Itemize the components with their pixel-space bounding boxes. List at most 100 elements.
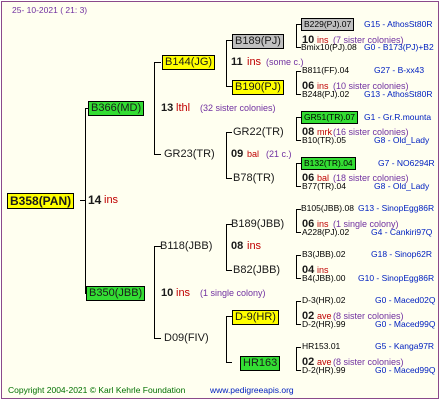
queen-g4-5[interactable]: GR51(TR).07 (301, 111, 359, 124)
queen-g1-1[interactable]: B366(MD) (88, 101, 145, 116)
connector (296, 347, 301, 348)
queen-g4-4[interactable]: B248(PJ).02 (302, 89, 349, 100)
date-stamp: 25- 10-2021 ( 21: 3) (12, 5, 88, 15)
root-queen[interactable]: B358(PAN) (7, 193, 75, 209)
pedigree-frame: 25- 10-2021 ( 21: 3) B358(PAN) 14 ins B3… (1, 1, 439, 399)
g4-6-line: G8 - Old_Lady (374, 135, 430, 145)
g4-3-line: G27 - B-xx43 (374, 65, 425, 75)
g4-7-line: G7 - NO6294R (378, 158, 435, 168)
g1-1-note: lthl (176, 102, 191, 114)
g1-2-sisters: (1 single colony) (200, 288, 266, 298)
g4-12-line: G10 - SinopEgg86R (358, 273, 435, 283)
queen-g3-2[interactable]: B190(PJ) (232, 80, 284, 95)
connector (154, 338, 161, 339)
connector (296, 301, 297, 325)
connector (226, 40, 227, 86)
g4-11-line: G18 - Sinop62R (371, 249, 432, 259)
connector (296, 186, 301, 187)
g4-13-line: G0 - Maced02Q (375, 295, 436, 305)
connector (296, 324, 301, 325)
connector (296, 301, 301, 302)
copyright: Copyright 2004-2021 © Karl Kehrle Founda… (8, 385, 186, 395)
site-link[interactable]: www.pedigreeapis.org (210, 385, 294, 396)
connector (296, 278, 301, 279)
g2-2-sisters: (21 c.) (266, 149, 292, 159)
g2-3-note: ins (247, 240, 262, 252)
queen-g3-8[interactable]: HR163 (240, 356, 281, 371)
g1-1-num: 13 (161, 102, 174, 114)
connector (226, 132, 227, 178)
g4-10-line: G4 - Cankiri97Q (371, 227, 433, 237)
g4-9-line: G13 - SinopEgg86R (358, 203, 435, 213)
queen-g4-2[interactable]: Bmix10(PJ).08 (301, 42, 357, 53)
queen-g3-5[interactable]: B189(JBB) (231, 218, 284, 231)
queen-g2-1[interactable]: B144(JG) (162, 55, 216, 70)
connector (226, 270, 232, 271)
queen-g4-9[interactable]: B105(JBB).08 (301, 203, 354, 214)
connector (226, 178, 232, 179)
connector (154, 154, 161, 155)
queen-g3-6[interactable]: B82(JBB) (233, 264, 280, 277)
queen-g4-13[interactable]: D-3(HR).02 (302, 295, 345, 306)
queen-g2-3[interactable]: B118(JBB) (160, 240, 212, 253)
connector (296, 209, 297, 233)
g4-14-line: G0 - Maced99Q (375, 319, 436, 329)
queen-g4-10[interactable]: A228(PJ).02 (302, 227, 349, 238)
queen-g4-16[interactable]: D-2(HR).99 (302, 365, 345, 376)
connector (296, 71, 301, 72)
queen-g4-6[interactable]: B10(TR).05 (302, 135, 346, 146)
queen-g2-2[interactable]: GR23(TR) (164, 148, 215, 161)
queen-g4-7[interactable]: B132(TR).04 (301, 157, 356, 170)
queen-g4-15[interactable]: HR153.01 (302, 341, 340, 352)
g1-2-note: ins (176, 287, 191, 299)
connector (154, 62, 161, 63)
queen-g4-12[interactable]: B4(JBB).00 (302, 273, 345, 284)
connector (296, 370, 301, 371)
queen-g3-3[interactable]: GR22(TR) (233, 126, 284, 139)
g2-1-num: 11 (231, 56, 243, 68)
connector (296, 232, 301, 233)
g4-15-line: G5 - Kanga97R (375, 341, 435, 351)
connector (154, 62, 155, 154)
queen-g3-4[interactable]: B78(TR) (233, 172, 275, 185)
connector (226, 132, 232, 133)
g4-16-line: G0 - Maced99Q (375, 365, 436, 375)
connector (296, 140, 301, 141)
g4-1-line: G15 - AthosSt80R (364, 19, 433, 29)
queen-g4-3[interactable]: B811(FF).04 (302, 65, 349, 76)
connector (154, 246, 155, 338)
g2-1-sisters: (some c.) (266, 57, 304, 67)
connector (296, 255, 297, 279)
queen-g3-1[interactable]: B189(PJ) (232, 34, 284, 49)
g2-3-num: 08 (231, 240, 244, 252)
root-num: 14 (88, 193, 102, 207)
connector (296, 71, 297, 95)
connector (296, 347, 297, 371)
g4-2-line: G0 - B173(PJ)+B2 (364, 42, 434, 52)
connector (296, 117, 297, 141)
g2-2-num: 09 (231, 148, 244, 160)
connector (296, 24, 297, 48)
connector (296, 163, 297, 187)
connector (85, 108, 86, 294)
queen-g4-14[interactable]: D-2(HR).99 (302, 319, 345, 330)
g4-4-line: G13 - AthosSt80R (364, 89, 433, 99)
g1-1-sisters: (32 sister colonies) (200, 103, 276, 113)
connector (226, 316, 227, 362)
queen-g4-11[interactable]: B3(JBB).02 (302, 249, 345, 260)
g4-5-line: G1 - Gr.R.mounta (364, 112, 432, 122)
queen-g1-2[interactable]: B350(JBB) (86, 286, 146, 301)
connector (296, 255, 301, 256)
connector (296, 94, 301, 95)
queen-g4-1[interactable]: B229(PJ).07 (301, 18, 355, 31)
queen-g4-8[interactable]: B77(TR).04 (302, 181, 346, 192)
root-note: ins (104, 194, 119, 206)
g4-8-line: G8 - Old_Lady (374, 181, 430, 191)
connector (226, 224, 227, 270)
queen-g3-7[interactable]: D-9(HR) (232, 310, 279, 325)
g1-2-num: 10 (161, 287, 174, 299)
connector (226, 362, 232, 363)
g2-2-note: bal (247, 149, 260, 159)
queen-g2-4[interactable]: D09(FIV) (164, 332, 209, 345)
g2-1-note: ins (247, 56, 262, 68)
